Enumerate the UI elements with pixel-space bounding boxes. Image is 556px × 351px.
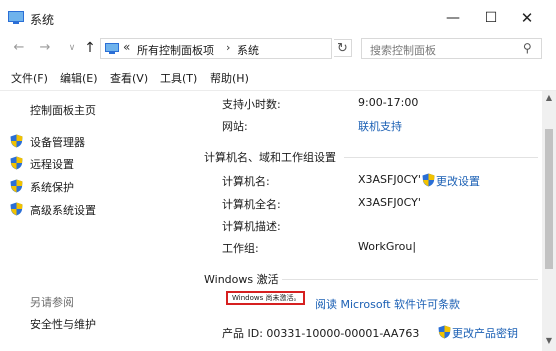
computer-name-label: 计算机名: <box>222 175 270 188</box>
sidebar-item-label: 系统保护 <box>30 181 74 194</box>
support-hours-value: 9:00-17:00 <box>358 96 419 109</box>
activation-section-title: Windows 激活 <box>204 273 279 286</box>
scroll-up-icon[interactable]: ▲ <box>542 93 556 105</box>
search-placeholder: 搜索控制面板 <box>370 44 436 57</box>
shield-icon <box>10 156 23 170</box>
see-also-heading: 另请参阅 <box>30 296 74 309</box>
sidebar-control-panel-home[interactable]: 控制面板主页 <box>30 102 96 118</box>
system-monitor-icon <box>8 11 24 24</box>
forward-button[interactable]: → <box>37 39 53 57</box>
support-hours-label: 支持小时数: <box>222 98 281 111</box>
online-support-link[interactable]: 联机支持 <box>358 118 402 134</box>
sidebar-item-label: 高级系统设置 <box>30 204 96 217</box>
change-product-key-label: 更改产品密钥 <box>452 327 518 340</box>
full-computer-name-value: X3ASFJ0CY' <box>358 196 421 209</box>
activation-status-box: Windows 尚未激活。 <box>226 291 305 305</box>
search-input[interactable]: 搜索控制面板 ⚲ <box>361 38 542 59</box>
workgroup-label: 工作组: <box>222 242 259 255</box>
workgroup-value: WorkGrou| <box>358 240 417 253</box>
system-info-panel: 支持小时数: 9:00-17:00 网站: 联机支持 计算机名、域和工作组设置 … <box>196 91 542 351</box>
activation-status-text: Windows 尚未激活。 <box>232 294 301 302</box>
menu-edit[interactable]: 编辑(E) <box>60 70 98 86</box>
section-divider <box>282 279 538 280</box>
menu-file[interactable]: 文件(F) <box>11 70 48 86</box>
website-label: 网站: <box>222 120 248 133</box>
menu-view[interactable]: 查看(V) <box>110 70 148 86</box>
vertical-scrollbar[interactable]: ▲ ▼ <box>542 91 556 351</box>
breadcrumb-separator-icon[interactable]: › <box>226 41 230 54</box>
search-icon[interactable]: ⚲ <box>523 41 532 55</box>
title-bar: 系统 — ☐ ✕ <box>0 0 556 34</box>
navigation-bar: ← → ∨ ↑ « 所有控制面板项 › 系统 ∨ ↻ 搜索控制面板 ⚲ <box>0 34 556 62</box>
scrollbar-thumb[interactable] <box>545 129 553 269</box>
computer-name-value: X3ASFJ0CY' <box>358 173 421 186</box>
sidebar: 控制面板主页 设备管理器 远程设置 系统保护 高级系统设置 另请参阅 安全性与维… <box>0 91 196 351</box>
scroll-down-icon[interactable]: ▼ <box>542 336 556 348</box>
sidebar-item-label: 远程设置 <box>30 158 74 171</box>
window-title: 系统 <box>30 13 55 27</box>
close-button[interactable]: ✕ <box>517 8 537 28</box>
license-terms-link[interactable]: 阅读 Microsoft 软件许可条款 <box>315 296 460 312</box>
minimize-button[interactable]: — <box>443 8 463 28</box>
menu-bar: 文件(F) 编辑(E) 查看(V) 工具(T) 帮助(H) <box>0 66 556 88</box>
breadcrumb-all-items[interactable]: 所有控制面板项 <box>137 42 214 58</box>
shield-icon <box>10 179 23 193</box>
content-area: 控制面板主页 设备管理器 远程设置 系统保护 高级系统设置 另请参阅 安全性与维… <box>0 90 556 351</box>
sidebar-security-maintenance[interactable]: 安全性与维护 <box>30 316 96 332</box>
address-bar[interactable]: « 所有控制面板项 › 系统 ∨ <box>100 38 416 59</box>
product-id: 产品 ID: 00331-10000-00001-AA763 <box>222 327 420 340</box>
shield-icon <box>10 202 23 216</box>
computer-name-section-title: 计算机名、域和工作组设置 <box>204 151 336 164</box>
shield-icon <box>422 173 435 187</box>
up-button[interactable]: ↑ <box>82 39 98 57</box>
full-computer-name-label: 计算机全名: <box>222 198 281 211</box>
overflow-chevron-icon[interactable]: « <box>123 40 130 54</box>
breadcrumb-system[interactable]: 系统 <box>237 42 259 58</box>
back-button[interactable]: ← <box>11 39 27 57</box>
sidebar-item-label: 设备管理器 <box>30 136 85 149</box>
section-divider <box>344 157 538 158</box>
shield-icon <box>438 325 451 339</box>
maximize-button[interactable]: ☐ <box>481 8 501 28</box>
computer-description-label: 计算机描述: <box>222 220 281 233</box>
refresh-button[interactable]: ↻ <box>334 39 352 57</box>
menu-tools[interactable]: 工具(T) <box>160 70 197 86</box>
control-panel-icon <box>105 43 119 54</box>
menu-help[interactable]: 帮助(H) <box>210 70 249 86</box>
shield-icon <box>10 134 23 148</box>
recent-locations-button[interactable]: ∨ <box>64 39 80 57</box>
change-settings-label: 更改设置 <box>436 175 480 188</box>
